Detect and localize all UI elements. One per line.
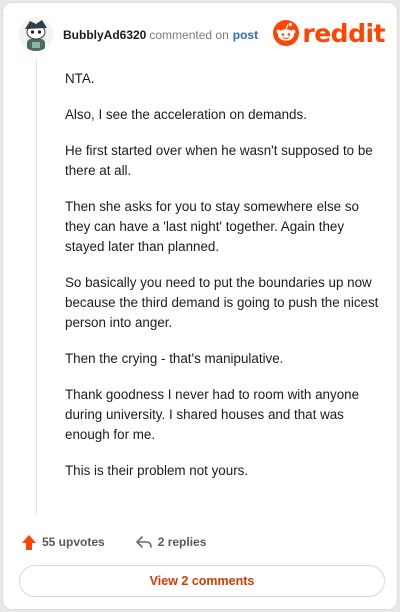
upvotes-count: 55 upvotes xyxy=(42,535,105,549)
comment-paragraph: Then she asks for you to stay somewhere … xyxy=(65,199,359,254)
replies-count: 2 replies xyxy=(157,535,207,549)
reddit-wordmark: reddit xyxy=(302,18,385,48)
reply-arrow-icon xyxy=(135,536,152,548)
action-text: commented on xyxy=(149,28,229,42)
comment-header: BubblyAd6320 commented on post reddit xyxy=(19,17,385,53)
comment-paragraph: NTA. xyxy=(65,71,95,86)
comment-paragraph: Then the crying - that's manipulative. xyxy=(65,351,284,366)
snoo-avatar-icon[interactable] xyxy=(19,17,53,51)
comment-paragraph: Thank goodness I never had to room with … xyxy=(65,387,360,442)
comment-paragraph: He first started over when he wasn't sup… xyxy=(65,143,373,178)
comment-paragraph: Also, I see the acceleration on demands. xyxy=(65,107,307,122)
reddit-logo[interactable]: reddit xyxy=(273,19,385,47)
comment-card: BubblyAd6320 commented on post reddit NTA.… xyxy=(2,2,398,610)
reddit-logo-icon xyxy=(273,20,300,46)
comment-body: NTA. Also, I see the acceleration on dem… xyxy=(65,69,383,497)
upvote-arrow-icon xyxy=(22,534,36,550)
comment-paragraph: So basically you need to put the boundar… xyxy=(65,275,379,330)
post-link[interactable]: post xyxy=(233,28,258,42)
comment-actions: 55 upvotes 2 replies xyxy=(21,531,206,553)
thread-line xyxy=(36,59,37,515)
comment-meta: BubblyAd6320 commented on post xyxy=(63,28,258,42)
username-link[interactable]: BubblyAd6320 xyxy=(63,28,146,42)
replies-button[interactable]: 2 replies xyxy=(135,535,207,549)
comment-paragraph: This is their problem not yours. xyxy=(65,463,249,478)
view-comments-button[interactable]: View 2 comments xyxy=(19,565,385,597)
upvote-button[interactable]: 55 upvotes xyxy=(21,534,105,551)
